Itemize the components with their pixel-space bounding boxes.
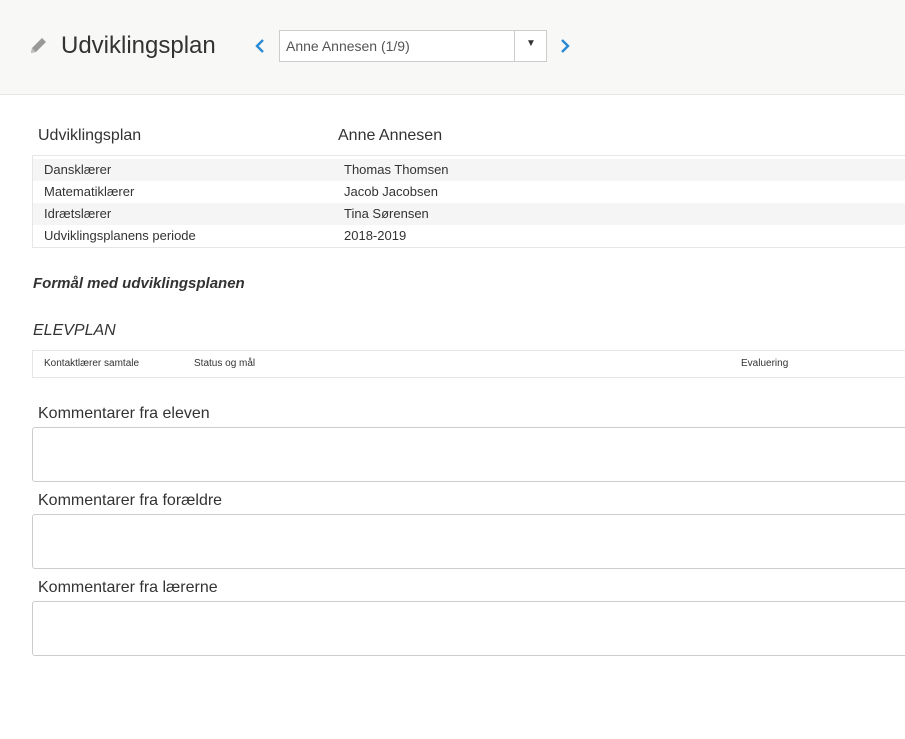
dropdown-button[interactable]: ▼ [514,31,546,61]
info-heading-right: Anne Annesen [338,127,443,144]
row-label: Idrætslærer [44,206,112,221]
comment-field-laererne[interactable] [32,601,905,656]
purpose-title: Formål med udviklingsplanen [33,275,245,292]
elevplan-title: ELEVPLAN [33,322,116,339]
table-row: Matematiklærer Jacob Jacobsen [33,181,905,203]
comment-label-foraeldre: Kommentarer fra forældre [38,492,223,509]
column-header-evaluering: Evaluering [741,358,789,369]
caret-down-icon: ▼ [526,38,536,49]
column-header-kontaktlaerer: Kontaktlærer samtale [44,358,140,369]
comment-label-laererne: Kommentarer fra lærerne [38,579,218,596]
student-select-value: Anne Annesen (1/9) [286,38,410,54]
column-header-status: Status og mål [194,358,256,369]
row-label: Dansklærer [44,162,112,177]
row-label: Matematiklærer [44,184,135,199]
pencil-icon[interactable] [29,35,49,55]
row-value: 2018-2019 [344,228,407,243]
comment-field-eleven[interactable] [32,427,905,482]
page-title: Udviklingsplan [61,32,216,59]
row-value: Tina Sørensen [344,206,429,221]
chevron-right-icon[interactable] [559,38,571,54]
page-header: Udviklingsplan Anne Annesen (1/9) ▼ [0,0,905,95]
table-row: Dansklærer Thomas Thomsen [33,159,905,181]
row-value: Thomas Thomsen [344,162,449,177]
table-row: Udviklingsplanens periode 2018-2019 [33,225,905,247]
elevplan-table-header: Kontaktlærer samtale Status og mål Evalu… [32,350,905,378]
student-select[interactable]: Anne Annesen (1/9) ▼ [279,30,547,62]
chevron-left-icon[interactable] [254,38,266,54]
comment-label-eleven: Kommentarer fra eleven [38,405,210,422]
row-label: Udviklingsplanens periode [44,228,196,243]
info-heading-left: Udviklingsplan [38,127,142,144]
row-value: Jacob Jacobsen [344,184,438,199]
info-table: Dansklærer Thomas Thomsen Matematiklærer… [32,155,905,248]
comment-field-foraeldre[interactable] [32,514,905,569]
table-row: Idrætslærer Tina Sørensen [33,203,905,225]
